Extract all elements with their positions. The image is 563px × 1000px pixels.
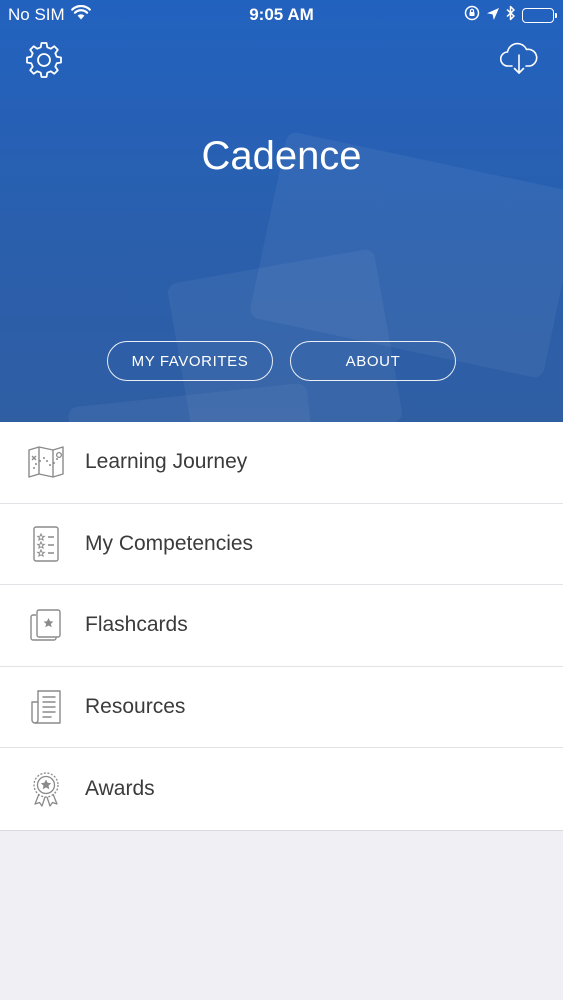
battery-icon	[522, 8, 557, 23]
orientation-lock-icon	[464, 5, 480, 26]
gear-icon	[26, 42, 62, 78]
flashcards-icon	[26, 605, 66, 645]
menu-item-resources[interactable]: Resources	[0, 667, 563, 748]
my-favorites-button[interactable]: MY FAVORITES	[107, 341, 273, 381]
location-icon	[486, 6, 500, 26]
menu-item-label: Awards	[85, 776, 155, 800]
menu-item-learning-journey[interactable]: Learning Journey	[0, 422, 563, 504]
settings-button[interactable]	[22, 38, 66, 82]
map-icon	[26, 442, 66, 482]
menu-item-my-competencies[interactable]: My Competencies	[0, 504, 563, 585]
header-banner: No SIM 9:05 AM Cadence MY FAVORITES ABOU…	[0, 0, 563, 422]
main-menu: Learning Journey My Competencies Flashca…	[0, 422, 563, 831]
bluetooth-icon	[506, 5, 516, 26]
award-icon	[26, 769, 66, 809]
checklist-icon	[26, 524, 66, 564]
about-button[interactable]: ABOUT	[290, 341, 456, 381]
document-icon	[26, 687, 66, 727]
app-title: Cadence	[201, 134, 362, 178]
menu-item-label: Resources	[85, 694, 186, 718]
cloud-download-button[interactable]	[496, 38, 542, 78]
menu-item-label: My Competencies	[85, 531, 254, 555]
menu-item-flashcards[interactable]: Flashcards	[0, 585, 563, 667]
menu-item-awards[interactable]: Awards	[0, 748, 563, 830]
cloud-download-icon	[499, 42, 538, 74]
status-bar: No SIM 9:05 AM	[0, 0, 563, 30]
menu-item-label: Learning Journey	[85, 450, 248, 474]
menu-item-label: Flashcards	[85, 613, 188, 637]
